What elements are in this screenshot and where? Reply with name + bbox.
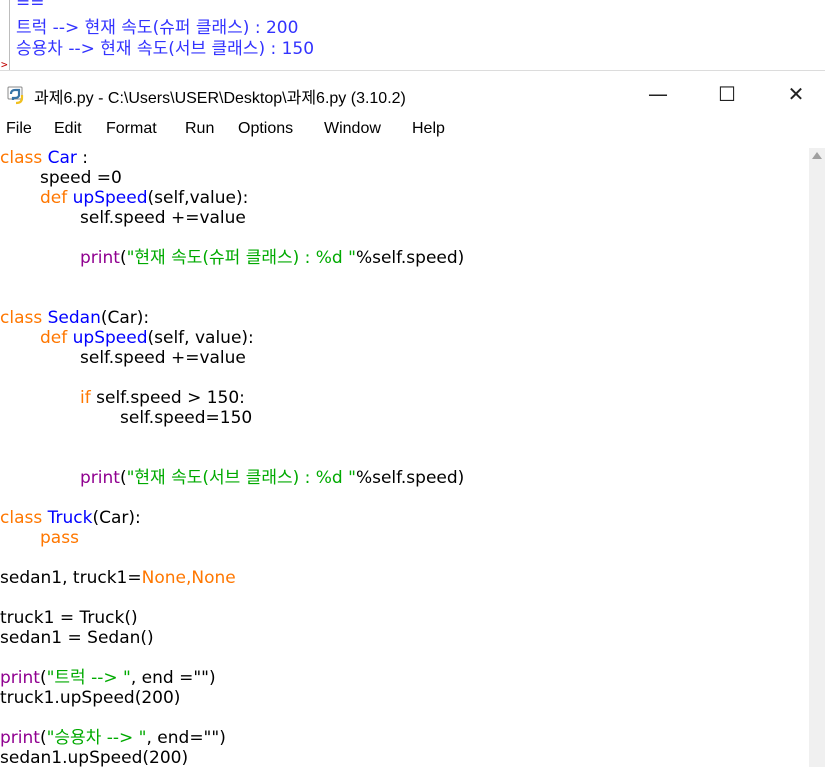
string-token: "현재 속도(서브 클래스) : %d " (126, 468, 356, 488)
code-token: ( (119, 248, 127, 268)
code-token: , end ="") (130, 668, 216, 688)
code-line: print("현재 속도(슈퍼 클래스) : %d "%self.speed) (80, 248, 464, 268)
code-line: class Sedan(Car): (0, 308, 149, 328)
code-token: ( (39, 668, 47, 688)
shell-output-line: 트럭 --> 현재 속도(슈퍼 클래스) : 200 (16, 18, 299, 38)
code-token: %self.speed) (355, 248, 465, 268)
idle-root: > == 트럭 --> 현재 속도(슈퍼 클래스) : 200 승용차 --> … (0, 0, 825, 767)
minimize-button[interactable]: — (628, 70, 688, 118)
code-token: ( (119, 468, 127, 488)
python-icon (7, 86, 24, 105)
definition-token: upSpeed (72, 328, 148, 348)
builtin-token: print (0, 668, 40, 688)
keyword-token: None (141, 568, 186, 588)
menu-options[interactable]: Options (238, 120, 293, 146)
code-line: truck1.upSpeed(200) (0, 688, 181, 708)
definition-token: upSpeed (72, 188, 148, 208)
code-token: (Car): (100, 308, 150, 328)
code-token: %self.speed) (355, 468, 465, 488)
code-line: self.speed=150 (120, 408, 253, 428)
menu-help[interactable]: Help (412, 120, 445, 146)
definition-token: Truck (47, 508, 93, 528)
close-button[interactable]: ✕ (766, 70, 825, 118)
builtin-token: print (80, 248, 120, 268)
shell-prompt-marker: > (1, 58, 8, 70)
keyword-token: class (0, 508, 43, 528)
code-line: self.speed +=value (80, 348, 246, 368)
code-line: pass (40, 528, 79, 548)
definition-token: Sedan (47, 308, 101, 328)
code-token: ( (39, 728, 47, 748)
code-token: (self, value): (147, 328, 254, 348)
builtin-token: print (80, 468, 120, 488)
keyword-token: class (0, 148, 43, 168)
keyword-token: None (191, 568, 236, 588)
code-token: sedan1, truck1= (0, 568, 142, 588)
menu-file[interactable]: File (6, 120, 32, 146)
menu-window[interactable]: Window (324, 120, 381, 146)
scroll-up-arrow-icon[interactable] (812, 152, 822, 159)
keyword-token: def (40, 328, 68, 348)
menu-edit[interactable]: Edit (54, 120, 82, 146)
string-token: "승용차 --> " (46, 728, 147, 748)
code-token: (Car): (92, 508, 141, 528)
code-line: truck1 = Truck() (0, 608, 138, 628)
keyword-token: pass (40, 528, 79, 548)
maximize-button[interactable]: ☐ (697, 70, 757, 118)
code-line: sedan1, truck1=None,None (0, 568, 236, 588)
keyword-token: def (40, 188, 68, 208)
vertical-scrollbar[interactable] (809, 148, 825, 767)
code-line: self.speed +=value (80, 208, 246, 228)
keyword-token: if (80, 388, 91, 408)
code-line: print("승용차 --> ", end="") (0, 728, 226, 748)
code-token: (self,value): (147, 188, 249, 208)
code-line: sedan1.upSpeed(200) (0, 748, 189, 767)
window-title: 과제6.py - C:\Users\USER\Desktop\과제6.py (3… (34, 90, 406, 107)
code-editor[interactable]: class Car : speed =0 def upSpeed(self,va… (0, 148, 809, 767)
keyword-token: class (0, 308, 43, 328)
menu-run[interactable]: Run (185, 120, 214, 146)
code-line: class Car : (0, 148, 88, 168)
shell-output-line: 승용차 --> 현재 속도(서브 클래스) : 150 (16, 39, 315, 59)
code-token: self.speed > 150: (90, 388, 245, 408)
code-line: def upSpeed(self, value): (40, 328, 254, 348)
code-line: class Truck(Car): (0, 508, 141, 528)
string-token: "현재 속도(슈퍼 클래스) : %d " (126, 248, 356, 268)
code-token: : (76, 148, 89, 168)
code-line: speed =0 (40, 168, 122, 188)
code-line: print("현재 속도(서브 클래스) : %d "%self.speed) (80, 468, 464, 488)
code-line: def upSpeed(self,value): (40, 188, 248, 208)
menu-format[interactable]: Format (106, 120, 157, 146)
string-token: "트럭 --> " (46, 668, 131, 688)
code-token: , end="") (146, 728, 226, 748)
code-line: sedan1 = Sedan() (0, 628, 154, 648)
shell-output-panel[interactable]: > == 트럭 --> 현재 속도(슈퍼 클래스) : 200 승용차 --> … (0, 0, 825, 70)
shell-output-line: == (16, 0, 45, 13)
code-line: if self.speed > 150: (80, 388, 245, 408)
definition-token: Car (47, 148, 77, 168)
code-line: print("트럭 --> ", end ="") (0, 668, 216, 688)
builtin-token: print (0, 728, 40, 748)
